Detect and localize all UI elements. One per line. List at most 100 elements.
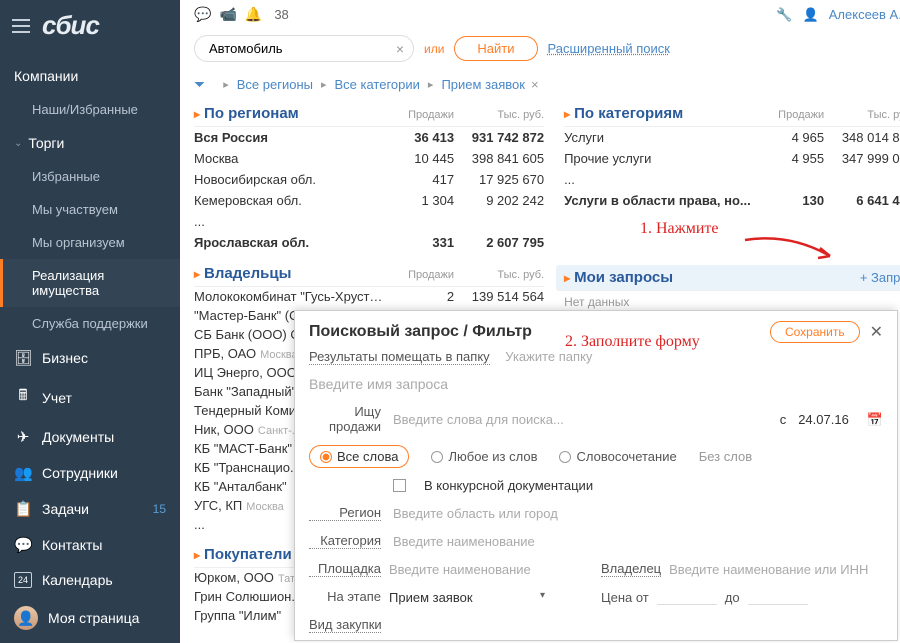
bc-categories[interactable]: Все категории [335, 77, 420, 92]
radio-phrase[interactable]: Словосочетание [559, 449, 676, 464]
radio-any-word[interactable]: Любое из слов [431, 449, 537, 464]
in-docs-checkbox[interactable] [393, 479, 406, 492]
bell-icon[interactable]: 🔔 [245, 6, 262, 23]
nav-staff[interactable]: 👥Сотрудники [0, 455, 180, 491]
without-words[interactable]: Без слов [699, 449, 752, 464]
platform-input[interactable]: Введите наименование [389, 562, 549, 577]
avatar: 👤 [14, 606, 38, 630]
table-row[interactable]: ... [194, 211, 544, 232]
menu-toggle[interactable] [12, 19, 30, 33]
username[interactable]: Алексеев А.А. [829, 7, 900, 22]
clear-icon[interactable]: × [396, 41, 404, 57]
table-row[interactable]: Новосибирская обл.41717 925 670 [194, 169, 544, 190]
chevron-icon: ▸ [321, 78, 327, 91]
owner-label[interactable]: Владелец [601, 561, 661, 577]
or-label: или [424, 42, 444, 56]
stage-label: На этапе [309, 589, 381, 605]
logo: сбис [42, 10, 99, 41]
table-row[interactable]: ... [564, 169, 900, 190]
chevron-down-icon: ⌄ [14, 138, 22, 149]
categories-title[interactable]: По категориям [564, 105, 683, 122]
buyers-title[interactable]: Покупатели [194, 546, 292, 563]
search-words-input[interactable]: Введите слова для поиска... [393, 412, 768, 427]
myreq-title[interactable]: Мои запросы [564, 269, 673, 286]
nav-fav[interactable]: Наши/Избранные [0, 93, 180, 126]
platform-label[interactable]: Площадка [309, 561, 381, 577]
region-input[interactable]: Введите область или город [393, 506, 883, 521]
col-rub: Тыс. руб. [824, 109, 900, 121]
filter-icon[interactable]: ⏷ [194, 76, 205, 93]
search-label: Ищу продажи [309, 404, 381, 435]
regions-title[interactable]: По регионам [194, 105, 299, 122]
radio-all-words[interactable]: Все слова [309, 445, 409, 468]
price-from-label: Цена от [601, 590, 649, 605]
chevron-icon: ▸ [428, 78, 434, 91]
owner-input[interactable]: Введите наименование или ИНН [669, 562, 868, 577]
nav-mypage[interactable]: 👤Моя страница [0, 597, 180, 639]
modal-title: Поисковый запрос / Фильтр [309, 323, 532, 341]
in-docs-label: В конкурсной документации [424, 478, 593, 493]
search-input[interactable] [194, 35, 414, 62]
nav-contacts[interactable]: 💬Контакты [0, 527, 180, 563]
results-folder-link[interactable]: Результаты помещать в папку [309, 349, 490, 365]
close-icon[interactable]: ✕ [870, 322, 883, 342]
video-icon[interactable]: 📹 [219, 6, 236, 23]
table-row[interactable]: Прочие услуги4 955347 999 079 [564, 148, 900, 169]
date-from[interactable]: 24.07.16 [798, 412, 849, 427]
close-icon[interactable]: × [531, 77, 539, 92]
table-row[interactable]: Услуги в области права, но...1306 641 49… [564, 190, 900, 211]
nav-realiz[interactable]: Реализация имущества [0, 259, 180, 307]
save-button[interactable]: Сохранить [770, 321, 860, 343]
filter-modal: Поисковый запрос / Фильтр Сохранить ✕ Ре… [294, 310, 898, 641]
nav-tasks[interactable]: 📋Задачи15 [0, 491, 180, 527]
price-to-input[interactable] [748, 589, 808, 605]
nav-izbr[interactable]: Избранные [0, 160, 180, 193]
region-label[interactable]: Регион [309, 505, 381, 521]
date-from-label: с [780, 412, 787, 427]
people-icon: 👥 [14, 464, 32, 482]
breadcrumbs: ⏷ ▸ Все регионы ▸ Все категории ▸ Прием … [180, 72, 900, 101]
nav-business[interactable]: 🗄Бизнес [0, 340, 180, 376]
category-label[interactable]: Категория [309, 533, 381, 549]
category-input[interactable]: Введите наименование [393, 534, 883, 549]
table-row[interactable]: Услуги4 965348 014 847 [564, 127, 900, 148]
table-row[interactable]: Ярославская обл.3312 607 795 [194, 232, 544, 253]
notif-count: 38 [274, 7, 288, 22]
bc-regions[interactable]: Все регионы [237, 77, 313, 92]
price-from-input[interactable] [657, 589, 717, 605]
calculator-icon: 🖩 [14, 385, 32, 410]
bc-stage[interactable]: Прием заявок [441, 77, 525, 92]
nav-participate[interactable]: Мы участвуем [0, 193, 180, 226]
owners-title[interactable]: Владельцы [194, 265, 291, 282]
col-rub: Тыс. руб. [454, 109, 544, 121]
stage-select[interactable]: Прием заявок [389, 590, 549, 605]
briefcase-icon: 🗄 [14, 349, 32, 367]
purchase-type-label[interactable]: Вид закупки [309, 617, 381, 633]
add-request-button[interactable]: + Запрос [860, 270, 900, 285]
calendar-icon[interactable]: 📅 [867, 412, 883, 428]
nav-calendar[interactable]: 24Календарь [0, 563, 180, 597]
nav-uchet[interactable]: 🖩Учет [0, 376, 180, 419]
col-rub: Тыс. руб. [454, 269, 544, 281]
clipboard-icon: 📋 [14, 500, 32, 518]
user-icon[interactable]: 👤 [803, 7, 819, 23]
wrench-icon[interactable]: 🔧 [776, 7, 792, 23]
table-row[interactable]: Кемеровская обл.1 3049 202 242 [194, 190, 544, 211]
nav-companies[interactable]: Компании [0, 59, 180, 93]
folder-placeholder[interactable]: Укажите папку [505, 349, 592, 364]
calendar-icon: 24 [14, 572, 32, 588]
query-name-input[interactable] [309, 370, 883, 398]
chat-icon[interactable]: 💬 [194, 6, 211, 23]
nav-torgi[interactable]: ⌄Торги [0, 126, 180, 160]
send-icon: ✈ [14, 428, 32, 446]
nav-support[interactable]: Служба поддержки [0, 307, 180, 340]
table-row[interactable]: Вся Россия36 413931 742 872 [194, 127, 544, 148]
price-to-label: до [725, 590, 740, 605]
table-row[interactable]: Москва10 445398 841 605 [194, 148, 544, 169]
advanced-search-link[interactable]: Расширенный поиск [548, 41, 670, 56]
table-row[interactable]: Молококомбинат "Гусь-Хруста...2139 514 5… [194, 287, 544, 306]
chat-icon: 💬 [14, 536, 32, 554]
find-button[interactable]: Найти [454, 36, 537, 61]
nav-docs[interactable]: ✈Документы [0, 419, 180, 455]
nav-organize[interactable]: Мы организуем [0, 226, 180, 259]
